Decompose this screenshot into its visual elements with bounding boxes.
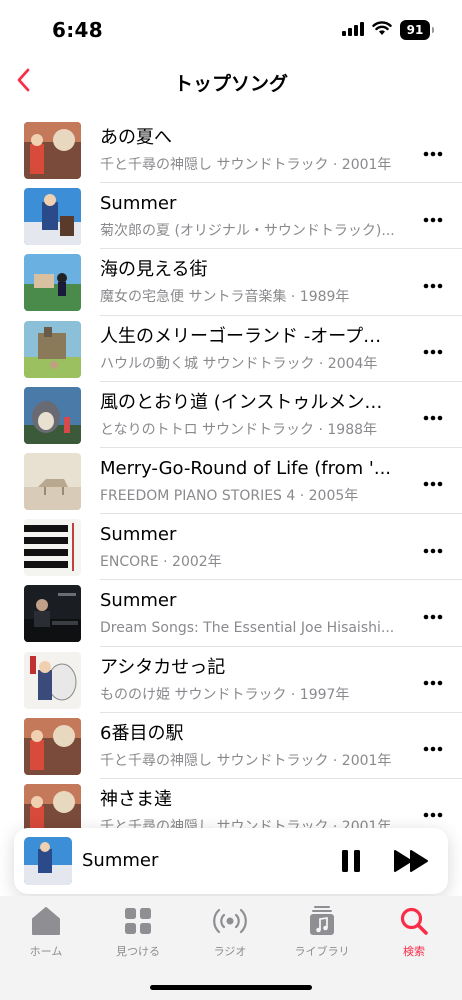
ellipsis-icon (423, 208, 443, 227)
album-art (24, 783, 81, 832)
song-row[interactable]: Summer Dream Songs: The Essential Joe Hi… (0, 580, 462, 647)
song-row[interactable]: アシタカせっ記 もののけ姫 サウンドトラック · 1997年 (0, 647, 462, 713)
nav-bar: トップソング (0, 60, 462, 104)
next-track-button[interactable] (392, 846, 432, 876)
song-row[interactable]: 海の見える街 魔女の宅急便 サントラ音楽集 · 1989年 (0, 249, 462, 316)
wifi-icon (372, 20, 392, 40)
song-title: Summer (100, 193, 177, 215)
album-art (24, 188, 81, 246)
search-icon (399, 906, 429, 940)
tab-label: 検索 (403, 945, 425, 958)
ellipsis-icon (423, 274, 443, 293)
song-title: 海の見える街 (100, 259, 208, 281)
pause-button[interactable] (336, 846, 366, 876)
mini-player[interactable]: Summer (14, 828, 448, 894)
album-art (24, 519, 81, 577)
library-icon (308, 906, 336, 940)
pause-icon (336, 850, 366, 880)
song-subtitle: FREEDOM PIANO STORIES 4 · 2005年 (100, 487, 359, 504)
song-subtitle: もののけ姫 サウンドトラック · 1997年 (100, 686, 350, 703)
song-title: 人生のメリーゴーランド -オープ… (100, 325, 382, 347)
song-row[interactable]: 人生のメリーゴーランド -オープ… ハウルの動く城 サウンドトラック · 200… (0, 316, 462, 382)
song-subtitle: 魔女の宅急便 サントラ音楽集 · 1989年 (100, 289, 350, 306)
song-subtitle: となりのトトロ サウンドトラック · 1988年 (100, 421, 378, 438)
next-track-icon (392, 850, 432, 880)
tab-radio[interactable]: ラジオ (190, 908, 270, 959)
page-title: トップソング (173, 73, 288, 95)
song-title: Summer (100, 524, 177, 546)
album-art (24, 717, 81, 775)
song-row[interactable]: 風のとおり道 (インストゥルメン… となりのトトロ サウンドトラック · 198… (0, 382, 462, 448)
album-art (24, 254, 81, 312)
song-title: 風のとおり道 (インストゥルメン… (100, 391, 383, 413)
more-button[interactable] (420, 602, 446, 626)
song-title: あの夏へ (100, 127, 172, 148)
more-button[interactable] (420, 205, 446, 229)
more-button[interactable] (420, 139, 446, 163)
album-art (24, 386, 81, 444)
song-subtitle: Dream Songs: The Essential Joe Hisaishi.… (100, 620, 395, 637)
album-art (24, 452, 81, 510)
more-button[interactable] (420, 669, 446, 693)
status-time: 6:48 (52, 18, 103, 42)
song-subtitle: 千と千尋の神隠し サウンドトラック · 2001年 (100, 157, 392, 173)
more-button[interactable] (420, 404, 446, 428)
more-button[interactable] (420, 735, 446, 759)
song-row[interactable]: 6番目の駅 千と千尋の神隠し サウンドトラック · 2001年 (0, 713, 462, 779)
song-subtitle: 千と千尋の神隠し サウンドトラック · 2001年 (100, 752, 392, 769)
song-title: Summer (100, 590, 177, 612)
song-title: Merry-Go-Round of Life (from '... (100, 457, 392, 479)
tab-home[interactable]: ホーム (6, 906, 86, 959)
ellipsis-icon (423, 803, 443, 822)
more-button[interactable] (420, 271, 446, 295)
tab-label: ライブラリ (294, 945, 350, 958)
status-bar: 6:48 91 (0, 0, 462, 60)
album-art (24, 585, 81, 643)
ellipsis-icon (423, 737, 443, 756)
battery-icon: 91 (400, 20, 434, 40)
tab-browse[interactable]: 見つける (98, 908, 178, 959)
song-row[interactable]: Summer 菊次郎の夏 (オリジナル・サウンドトラック)... (0, 183, 462, 250)
song-row[interactable]: あの夏へ 千と千尋の神隠し サウンドトラック · 2001年 (0, 117, 462, 184)
more-button[interactable] (420, 536, 446, 560)
now-playing-art (24, 837, 72, 885)
album-art (24, 320, 81, 378)
song-row[interactable]: Merry-Go-Round of Life (from '... FREEDO… (0, 448, 462, 515)
grid-icon (124, 907, 152, 939)
now-playing-title: Summer (82, 850, 159, 871)
tab-library[interactable]: ライブラリ (282, 906, 362, 959)
home-indicator (150, 985, 312, 990)
ellipsis-icon (423, 142, 443, 161)
ellipsis-icon (423, 605, 443, 624)
song-subtitle: ハウルの動く城 サウンドトラック · 2004年 (100, 355, 378, 372)
more-button[interactable] (420, 470, 446, 494)
tab-search[interactable]: 検索 (374, 906, 454, 959)
ellipsis-icon (423, 472, 443, 491)
song-list[interactable]: あの夏へ 千と千尋の神隠し サウンドトラック · 2001年 Summer 菊次… (0, 117, 462, 832)
tab-label: ラジオ (213, 945, 247, 958)
cellular-signal-icon (342, 21, 364, 40)
more-button[interactable] (420, 801, 446, 825)
album-art (24, 122, 81, 179)
radio-icon (211, 907, 249, 939)
more-button[interactable] (420, 338, 446, 362)
song-subtitle: 菊次郎の夏 (オリジナル・サウンドトラック)... (100, 223, 395, 240)
ellipsis-icon (423, 671, 443, 690)
ellipsis-icon (423, 340, 443, 359)
song-title: 6番目の駅 (100, 722, 184, 744)
song-row[interactable]: 神さま達 千と千尋の神隠し サウンドトラック · 2001年 (0, 779, 462, 832)
ellipsis-icon (423, 539, 443, 558)
song-title: アシタカせっ記 (100, 656, 226, 678)
tab-label: 見つける (116, 945, 160, 958)
status-icons: 91 (342, 20, 434, 40)
song-title: 神さま達 (100, 788, 172, 810)
home-icon (30, 906, 62, 940)
album-art (24, 651, 81, 709)
tab-label: ホーム (29, 945, 63, 958)
ellipsis-icon (423, 406, 443, 425)
song-row[interactable]: Summer ENCORE · 2002年 (0, 514, 462, 581)
song-subtitle: ENCORE · 2002年 (100, 554, 222, 571)
